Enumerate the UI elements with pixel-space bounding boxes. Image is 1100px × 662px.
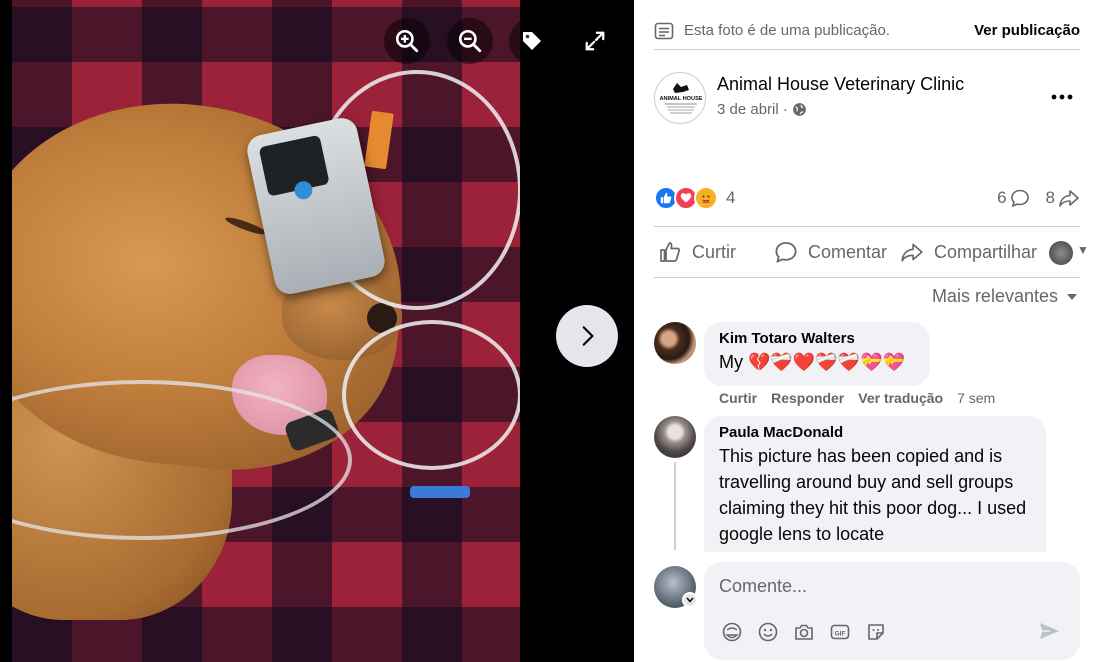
page-logo-text: ANIMAL HOUSE xyxy=(659,96,702,102)
shares-count-link[interactable]: 8 xyxy=(1046,188,1080,208)
avatar-sticker-button[interactable] xyxy=(720,620,743,643)
reaction-count[interactable]: 4 xyxy=(726,188,735,208)
comment-bubble: Kim Totaro Walters My 💔❤️‍🩹❤️❤️‍🩹❤️‍🩹💝💝 xyxy=(704,322,930,386)
chevron-right-icon xyxy=(582,326,594,346)
camera-icon xyxy=(794,624,813,640)
post-origin-bar: Esta foto é de uma publicação. Ver publi… xyxy=(654,12,1080,50)
comment-button[interactable]: Comentar xyxy=(774,240,887,264)
comment-bubble: Paula MacDonald This picture has been co… xyxy=(704,416,1046,552)
sticker-button[interactable] xyxy=(864,620,887,643)
fullscreen-button[interactable] xyxy=(572,18,618,64)
comment-meta: Curtir Responder Ver tradução 7 sem xyxy=(719,390,995,406)
globe-icon xyxy=(793,103,806,116)
comment-label: Comentar xyxy=(808,241,888,262)
comment-composer: GIF xyxy=(654,562,1080,662)
comment-reply-link[interactable]: Responder xyxy=(771,390,844,406)
comment-text: My 💔❤️‍🩹❤️❤️‍🩹❤️‍🩹💝💝 xyxy=(719,352,905,372)
zoom-in-button[interactable] xyxy=(384,18,430,64)
comments-count-link[interactable]: 6 xyxy=(997,188,1029,208)
care-reaction-icon xyxy=(694,186,718,210)
more-icon xyxy=(1051,94,1073,100)
comment-translate-link[interactable]: Ver tradução xyxy=(858,390,943,406)
view-post-link[interactable]: Ver publicação xyxy=(974,22,1080,39)
send-icon xyxy=(1040,623,1059,639)
post-note-icon xyxy=(654,22,674,39)
comment-item: Kim Totaro Walters My 💔❤️‍🩹❤️❤️‍🩹❤️‍🩹💝💝 … xyxy=(654,322,1080,412)
like-button[interactable]: Curtir xyxy=(658,240,736,264)
zoom-out-icon xyxy=(458,29,482,53)
emoji-icon xyxy=(758,622,777,641)
post-photo xyxy=(12,0,520,662)
comment-author[interactable]: Kim Totaro Walters xyxy=(719,330,914,347)
acting-as-avatar[interactable] xyxy=(1049,241,1073,265)
reaction-emojis[interactable] xyxy=(654,186,718,210)
share-label: Compartilhar xyxy=(934,241,1038,262)
next-photo-button[interactable] xyxy=(556,305,618,367)
comment-input[interactable] xyxy=(719,576,1019,597)
chevron-down-icon xyxy=(686,597,694,603)
comment-text: This picture has been copied and is trav… xyxy=(719,446,1027,544)
photo-viewer xyxy=(0,0,634,662)
comment-icon xyxy=(775,242,797,263)
page-name[interactable]: Animal House Veterinary Clinic xyxy=(717,74,964,95)
zoom-in-icon xyxy=(395,29,419,53)
post-actions: Curtir Comentar Compartilhar ▼ xyxy=(654,226,1089,278)
comment-author[interactable]: Paula MacDonald xyxy=(719,424,1030,441)
svg-text:GIF: GIF xyxy=(834,630,845,637)
gif-button[interactable]: GIF xyxy=(828,620,851,643)
caret-down-icon xyxy=(1067,293,1077,300)
fullscreen-icon xyxy=(585,31,605,51)
comment-box: GIF xyxy=(704,562,1080,660)
more-options-button[interactable] xyxy=(1050,84,1074,107)
profile-switch-badge[interactable] xyxy=(682,592,698,608)
post-origin-note: Esta foto é de uma publicação. xyxy=(684,22,890,39)
like-icon xyxy=(660,242,681,262)
caret-down-icon[interactable]: ▼ xyxy=(1077,243,1089,257)
tag-icon xyxy=(523,32,541,50)
comments-count: 6 xyxy=(997,188,1007,207)
composer-tools: GIF xyxy=(720,620,887,643)
iv-connector xyxy=(410,486,470,498)
send-comment-button[interactable] xyxy=(1038,620,1060,647)
share-icon xyxy=(901,243,923,262)
like-label: Curtir xyxy=(692,241,736,262)
sort-label: Mais relevantes xyxy=(931,286,1058,306)
page-logo: ANIMAL HOUSE xyxy=(659,83,703,114)
sensor-cable-loop xyxy=(342,320,520,470)
share-icon xyxy=(1059,190,1079,207)
zoom-out-button[interactable] xyxy=(447,18,493,64)
emoji-button[interactable] xyxy=(756,620,779,643)
comment-item: Paula MacDonald This picture has been co… xyxy=(654,416,1080,552)
post-details-panel: Esta foto é de uma publicação. Ver publi… xyxy=(634,0,1100,662)
post-date-row: 3 de abril · xyxy=(717,101,807,118)
reactions-summary: 4 6 8 xyxy=(654,184,1080,212)
commenter-avatar[interactable] xyxy=(654,322,696,364)
comment-icon xyxy=(1010,189,1029,208)
post-date[interactable]: 3 de abril · xyxy=(717,101,788,118)
share-button[interactable]: Compartilhar xyxy=(900,241,1037,263)
shares-count: 8 xyxy=(1045,188,1055,207)
gif-icon: GIF xyxy=(830,624,849,639)
comment-like-link[interactable]: Curtir xyxy=(719,390,757,406)
post-stats: 6 8 xyxy=(987,188,1080,208)
post-author: ANIMAL HOUSE Animal House Veterinary Cli… xyxy=(654,72,1080,124)
sticker-icon xyxy=(867,623,884,640)
comment-sort-dropdown[interactable]: Mais relevantes xyxy=(932,286,1078,307)
comment-time[interactable]: 7 sem xyxy=(957,390,995,406)
photo-button[interactable] xyxy=(792,620,815,643)
tag-button[interactable] xyxy=(509,18,555,64)
page-avatar[interactable]: ANIMAL HOUSE xyxy=(654,72,706,124)
avatar-sticker-icon xyxy=(722,622,741,641)
commenter-avatar[interactable] xyxy=(654,416,696,458)
